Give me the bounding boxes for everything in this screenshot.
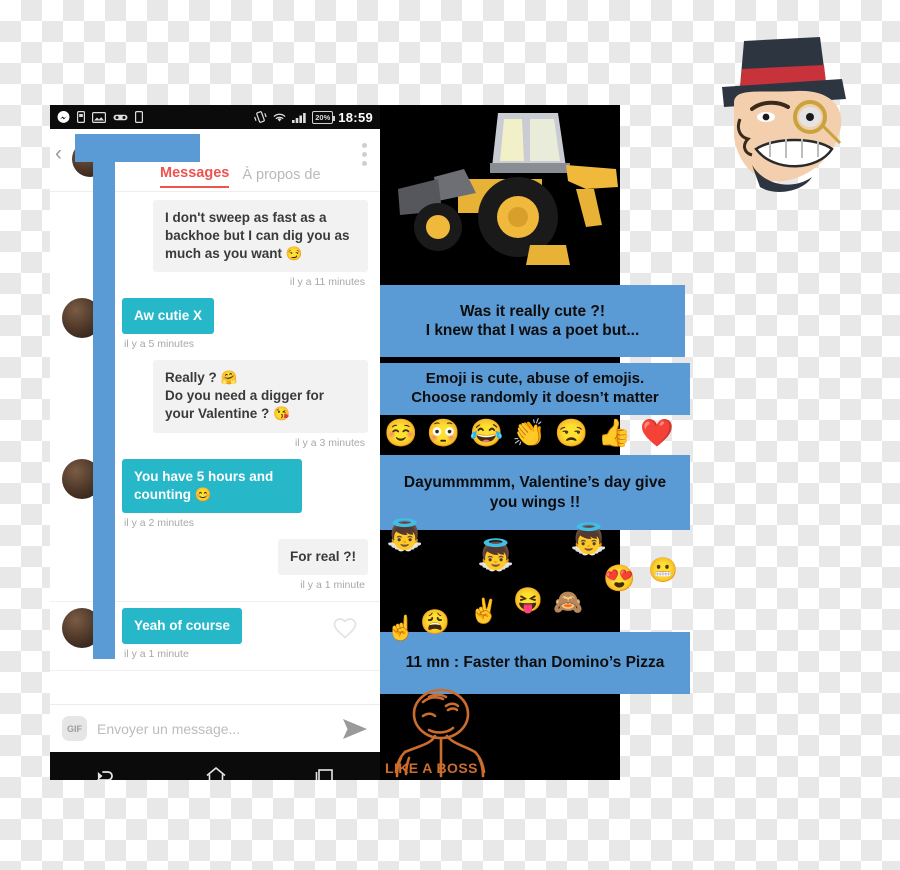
banner-line-1: Was it really cute ?! <box>460 302 605 320</box>
messenger-icon <box>57 110 70 124</box>
annotation-banner-2: Emoji is cute, abuse of emojis. Choose r… <box>380 363 690 415</box>
emoji-red-heart: ❤️ <box>640 418 674 448</box>
battery-indicator: 20% <box>312 110 336 124</box>
message-bubble: Aw cutie X <box>122 298 215 335</box>
android-home-icon[interactable] <box>205 766 227 780</box>
banner-line-2: I knew that I was a poet but... <box>425 322 640 339</box>
message-bubble: Really ? 🤗 Do you need a digger for your… <box>153 360 368 433</box>
banner-line-2: Choose randomly it doesn’t matter <box>411 389 659 406</box>
status-bar-notification-icons <box>57 110 143 124</box>
top-hat-villain-face <box>700 25 860 200</box>
android-nav-bar <box>50 752 380 780</box>
status-bar: 20% 18:59 <box>50 105 380 129</box>
message-timestamp: il y a 2 minutes <box>124 516 195 529</box>
clock: 18:59 <box>338 109 373 125</box>
tab-about[interactable]: À propos de <box>242 167 320 188</box>
emoji-angel-2: 👼 <box>477 539 515 572</box>
redaction-bar-strip <box>93 134 115 659</box>
banner-line-1: Dayummmmm, Valentine’s day give <box>403 474 667 492</box>
android-recents-icon[interactable] <box>314 766 336 780</box>
tab-bar: Messages À propos de <box>160 165 321 188</box>
banner-line-2: you wings !! <box>489 493 581 511</box>
emoji-stuck-out-tongue: 😝 <box>513 587 543 614</box>
message-timestamp: il y a 1 minute <box>124 647 189 660</box>
like-a-boss-caption: LIKE A BOSS <box>385 760 478 776</box>
message-timestamp: il y a 5 minutes <box>124 338 195 351</box>
emoji-relieved: ☺️ <box>384 418 418 448</box>
annotation-banner-4: 11 mn : Faster than Domino’s Pizza <box>380 632 690 694</box>
message-bubble: You have 5 hours and counting 😊 <box>122 458 302 513</box>
emoji-joy: 😂 <box>469 418 504 448</box>
annotation-banner-3: Dayummmmm, Valentine’s day give you wing… <box>380 455 690 530</box>
message-composer: GIF Envoyer un message... <box>50 704 380 752</box>
overflow-menu-icon[interactable] <box>362 143 367 166</box>
emoji-victory-hand: ✌️ <box>469 598 499 625</box>
emoji-angel-3: 👼 <box>570 523 608 556</box>
heart-outline-icon[interactable] <box>332 616 358 640</box>
sim-card-icon <box>77 111 85 123</box>
emoji-see-no-evil-monkey: 🙈 <box>553 589 583 616</box>
wifi-icon <box>272 111 287 123</box>
message-bubble: For real ?! <box>277 538 368 575</box>
emoji-angel-1: 👼 <box>386 519 424 552</box>
tab-messages[interactable]: Messages <box>160 165 230 188</box>
gamepad-icon <box>113 113 128 122</box>
phone-icon <box>135 111 143 123</box>
emoji-grimacing: 😬 <box>648 557 678 584</box>
back-chevron-icon[interactable]: ‹ <box>55 143 62 164</box>
gif-button[interactable]: GIF <box>62 716 87 741</box>
emoji-unamused: 😒 <box>554 418 589 448</box>
emoji-flushed: 😳 <box>426 418 461 448</box>
cellular-signal-icon <box>292 112 307 123</box>
android-back-icon[interactable] <box>94 766 118 780</box>
send-arrow-icon[interactable] <box>342 718 368 740</box>
thread-divider <box>50 669 380 671</box>
emoji-clap: 👏 <box>512 418 546 448</box>
backhoe-loader-photo <box>380 105 620 285</box>
emoji-heart-eyes: 😍 <box>603 563 636 593</box>
emoji-weary: 😩 <box>420 609 450 636</box>
banner-line-1: 11 mn : Faster than Domino’s Pizza <box>405 654 665 672</box>
photo-icon <box>92 111 106 123</box>
vibrate-icon <box>254 111 267 123</box>
status-bar-system-icons: 20% 18:59 <box>254 110 373 125</box>
emoji-strip: ☺️ 😳 😂 👏 😒 👍 ❤️ <box>384 417 674 449</box>
emoji-pointing-up: ☝️ <box>386 615 416 642</box>
annotation-banner-1: Was it really cute ?! I knew that I was … <box>380 285 685 357</box>
message-bubble: I don't sweep as fast as a backhoe but I… <box>153 200 368 273</box>
emoji-thumbs-up: 👍 <box>597 418 632 448</box>
message-bubble: Yeah of course <box>122 607 243 644</box>
message-input[interactable]: Envoyer un message... <box>97 721 332 737</box>
banner-line-1: Emoji is cute, abuse of emojis. <box>425 370 645 388</box>
